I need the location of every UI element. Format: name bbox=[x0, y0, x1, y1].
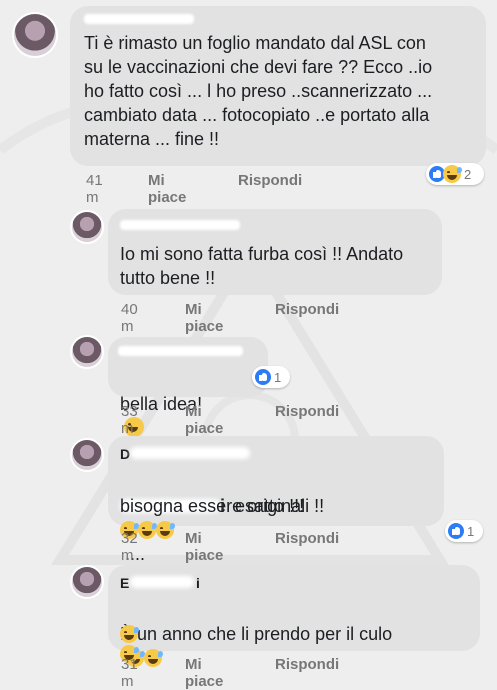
reaction-summary[interactable]: 1 bbox=[445, 520, 483, 542]
reply-button[interactable]: Rispondi bbox=[275, 301, 339, 318]
comment-meta: 41 m bbox=[86, 172, 103, 206]
comment-text: Io mi sono fatta furba così !! Andato tu… bbox=[120, 244, 404, 288]
reaction-summary[interactable]: 2 bbox=[426, 163, 484, 185]
comment-text-line2: bisogna essere originali !! bbox=[120, 496, 325, 516]
like-button[interactable]: Mi piace bbox=[185, 301, 223, 335]
reply-button[interactable]: Rispondi bbox=[275, 403, 339, 420]
avatar[interactable] bbox=[72, 337, 102, 367]
reply-button[interactable]: Rispondi bbox=[275, 530, 339, 547]
reaction-summary[interactable]: 1 bbox=[252, 366, 290, 388]
avatar[interactable] bbox=[72, 440, 102, 470]
like-button[interactable]: Mi piace bbox=[148, 172, 186, 206]
like-button[interactable]: Mi piace bbox=[185, 403, 223, 437]
reaction-count: 2 bbox=[464, 166, 472, 182]
author-name-redacted bbox=[130, 576, 194, 588]
author-name-initial[interactable]: E bbox=[120, 575, 129, 591]
like-button[interactable]: Mi piace bbox=[185, 656, 223, 690]
reply-button[interactable]: Rispondi bbox=[275, 656, 339, 673]
laughing-tears-emoji-icon bbox=[120, 625, 139, 643]
author-name-suffix: i bbox=[196, 575, 200, 591]
avatar[interactable] bbox=[72, 212, 102, 242]
like-button[interactable]: Mi piace bbox=[185, 530, 223, 564]
avatar[interactable] bbox=[72, 567, 102, 597]
comment-text: i esatto !!! .... bbox=[120, 470, 450, 566]
comment-text-content: È un anno che li prendo per il culo bbox=[120, 624, 393, 644]
like-reaction-icon bbox=[448, 523, 464, 539]
comment-time[interactable]: 32 m bbox=[121, 530, 138, 564]
comment-time[interactable]: 41 m bbox=[86, 172, 103, 206]
laughing-tears-emoji-icon bbox=[144, 649, 163, 667]
reply-button[interactable]: Rispondi bbox=[238, 172, 302, 189]
reaction-count: 1 bbox=[467, 523, 475, 539]
author-name-redacted[interactable] bbox=[84, 14, 194, 24]
haha-reaction-icon bbox=[443, 165, 462, 183]
laughing-tears-emoji-icon bbox=[138, 521, 157, 539]
comment-time[interactable]: 31 m bbox=[121, 656, 138, 690]
comment-time[interactable]: 40 m bbox=[121, 301, 138, 335]
comment-time[interactable]: 33 m bbox=[121, 403, 138, 437]
author-name-redacted bbox=[130, 447, 250, 459]
author-name-initial[interactable]: D bbox=[120, 446, 130, 462]
like-reaction-icon bbox=[255, 369, 271, 385]
author-name-redacted[interactable] bbox=[118, 346, 243, 356]
avatar[interactable] bbox=[14, 14, 56, 56]
reaction-count: 1 bbox=[274, 369, 282, 385]
laughing-tears-emoji-icon bbox=[156, 521, 175, 539]
comment-text: Ti è rimasto un foglio mandato dal ASL c… bbox=[84, 33, 433, 149]
author-name-redacted[interactable] bbox=[120, 220, 240, 230]
